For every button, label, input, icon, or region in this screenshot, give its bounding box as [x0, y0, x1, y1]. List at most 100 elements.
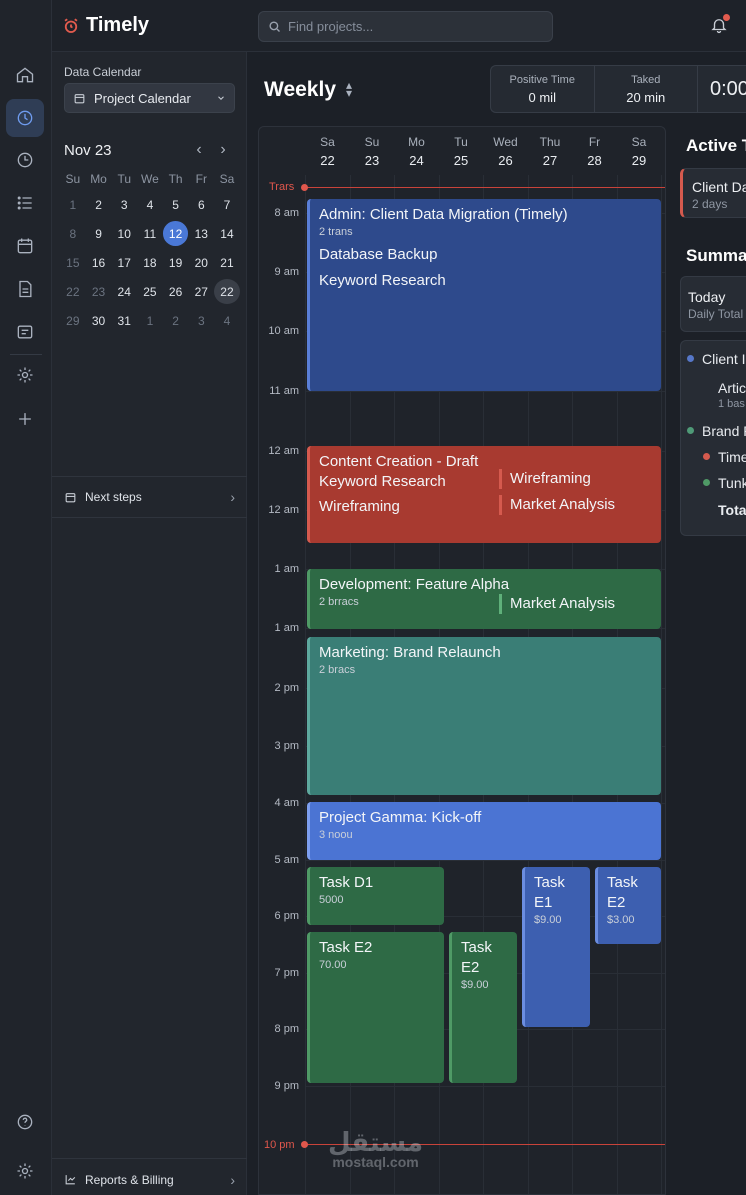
mini-calendar-day[interactable]: 26 — [163, 279, 189, 304]
mini-calendar-day[interactable]: 15 — [60, 250, 86, 275]
day-column-header[interactable]: Fr 28 — [572, 127, 617, 175]
mini-calendar-day[interactable]: 8 — [60, 221, 86, 246]
active-timers-title: Active T — [686, 136, 746, 155]
mini-calendar-day[interactable]: 1 — [137, 308, 163, 333]
mini-calendar-day[interactable]: 7 — [214, 192, 240, 217]
clock-icon — [17, 110, 33, 126]
day-column-header[interactable]: Su 23 — [350, 127, 395, 175]
summary-subitem-count: 1 bas — [718, 398, 745, 410]
mini-calendar-day[interactable]: 31 — [111, 308, 137, 333]
mini-calendar-day[interactable]: 1 — [60, 192, 86, 217]
mini-calendar-day[interactable]: 13 — [188, 221, 214, 246]
mini-calendar-day[interactable]: 2 — [163, 308, 189, 333]
document-icon — [19, 280, 32, 298]
mini-calendar-day[interactable]: 2 — [86, 192, 112, 217]
time-button[interactable] — [6, 141, 44, 179]
event-task-e1[interactable]: Task E1 $9.00 — [522, 867, 590, 1027]
help-button[interactable] — [6, 1103, 44, 1141]
mini-calendar-day[interactable]: 19 — [163, 250, 189, 275]
next-steps-row[interactable]: Next steps › — [52, 476, 247, 518]
event-subtask-market-analysis[interactable]: Market Analysis — [499, 594, 615, 614]
time-label: 7 pm — [274, 967, 299, 979]
mini-calendar-day[interactable]: 23 — [86, 279, 112, 304]
mini-calendar-day[interactable]: 21 — [214, 250, 240, 275]
day-name: Mo — [408, 135, 425, 149]
mini-calendar-day[interactable]: 3 — [188, 308, 214, 333]
event-marketing-relaunch[interactable]: Marketing: Brand Relaunch 2 bracs — [307, 637, 661, 795]
mini-calendar-day[interactable]: 4 — [137, 192, 163, 217]
mini-calendar-day[interactable]: 17 — [111, 250, 137, 275]
event-task-d1[interactable]: Task D1 5000 — [307, 867, 444, 925]
day-name: Sa — [631, 135, 647, 149]
day-column-header[interactable]: Sa 29 — [617, 127, 662, 175]
tasks-button[interactable] — [6, 184, 44, 222]
summary-subitem[interactable]: Time — [718, 449, 746, 465]
mini-calendar-day[interactable]: 22 — [60, 279, 86, 304]
add-button[interactable] — [6, 400, 44, 438]
grid-column-line — [305, 175, 306, 1194]
integrations-button[interactable] — [6, 356, 44, 394]
event-project-gamma[interactable]: Project Gamma: Kick-off 3 noou — [307, 802, 661, 860]
search-box[interactable] — [258, 11, 553, 42]
event-task-e2[interactable]: Task E2 $9.00 — [449, 932, 517, 1083]
mini-calendar-day[interactable]: 25 — [137, 279, 163, 304]
active-timer-card[interactable]: Client Da 2 days — [680, 168, 746, 218]
stat-value: 0 mil — [528, 89, 556, 105]
documents-button[interactable] — [6, 270, 44, 308]
event-task-e2[interactable]: Task E2 70.00 — [307, 932, 444, 1083]
summary-subitem[interactable]: Tunk — [718, 475, 746, 491]
stat-label: Positive Time — [509, 73, 575, 86]
settings-button[interactable] — [6, 1152, 44, 1190]
event-task-e2[interactable]: Task E2 $3.00 — [595, 867, 661, 944]
timer-button[interactable] — [6, 99, 44, 137]
top-bar: Timely — [52, 0, 746, 52]
mini-calendar-grid: Su Mo Tu We Th Fr Sa 1 2 3 4 5 6 7 8 9 10 11 12 13 14 15 16 17 1… — [60, 170, 240, 333]
mini-calendar-day[interactable]: 30 — [86, 308, 112, 333]
notifications-button[interactable] — [710, 14, 730, 36]
mini-calendar-day[interactable]: 11 — [137, 221, 163, 246]
mini-calendar-day[interactable]: 22 — [214, 279, 240, 304]
day-column-header[interactable]: Thu 27 — [528, 127, 573, 175]
mini-calendar-day[interactable]: 9 — [86, 221, 112, 246]
summary-today-card[interactable]: Today Daily Total — [680, 276, 746, 332]
mini-calendar-day[interactable]: 27 — [188, 279, 214, 304]
search-input[interactable] — [288, 19, 538, 34]
calendar-button[interactable] — [6, 227, 44, 265]
mini-calendar-day[interactable]: 6 — [188, 192, 214, 217]
reports-billing-row[interactable]: Reports & Billing › — [52, 1158, 247, 1195]
prev-month-icon[interactable]: ‹ — [187, 141, 211, 159]
calendar-icon — [17, 238, 33, 254]
summary-subitem[interactable]: Artic — [718, 380, 746, 396]
home-icon — [16, 67, 34, 83]
app-logo[interactable]: Timely — [62, 14, 149, 37]
mini-calendar-day[interactable]: 4 — [214, 308, 240, 333]
mini-calendar-today[interactable]: 12 — [162, 221, 189, 246]
mini-calendar-day[interactable]: 5 — [163, 192, 189, 217]
weekday-label: Mo — [90, 172, 107, 186]
next-month-icon[interactable]: › — [211, 141, 235, 159]
view-switch-icon[interactable]: ▴ ▾ — [346, 79, 352, 99]
event-subtask-wireframing[interactable]: Wireframing — [499, 469, 591, 489]
calendar-select[interactable]: Project Calendar — [64, 83, 235, 113]
mini-calendar-day[interactable]: 24 — [111, 279, 137, 304]
mini-calendar-day[interactable]: 3 — [111, 192, 137, 217]
mini-calendar-day[interactable]: 29 — [60, 308, 86, 333]
home-button[interactable] — [6, 56, 44, 94]
mini-calendar-day[interactable]: 18 — [137, 250, 163, 275]
reports-billing-label: Reports & Billing — [85, 1172, 174, 1187]
mini-calendar-day[interactable]: 20 — [188, 250, 214, 275]
mini-calendar-day[interactable]: 14 — [214, 221, 240, 246]
mini-calendar-day[interactable]: 16 — [86, 250, 112, 275]
summary-item[interactable]: Brand R — [702, 423, 746, 439]
day-column-header[interactable]: Sa 22 — [305, 127, 350, 175]
day-column-header[interactable]: Tu 25 — [439, 127, 484, 175]
day-column-header[interactable]: Mo 24 — [394, 127, 439, 175]
event-title: Task E2 — [319, 939, 373, 956]
day-column-header[interactable]: Wed 26 — [483, 127, 528, 175]
day-name: Thu — [539, 135, 561, 149]
event-subtask-market-analysis[interactable]: Market Analysis — [499, 495, 615, 515]
notes-button[interactable] — [6, 313, 44, 351]
event-admin-migration[interactable]: Admin: Client Data Migration (Timely) 2 … — [307, 199, 661, 391]
mini-calendar-day[interactable]: 10 — [111, 221, 137, 246]
summary-item[interactable]: Client I — [702, 351, 746, 367]
